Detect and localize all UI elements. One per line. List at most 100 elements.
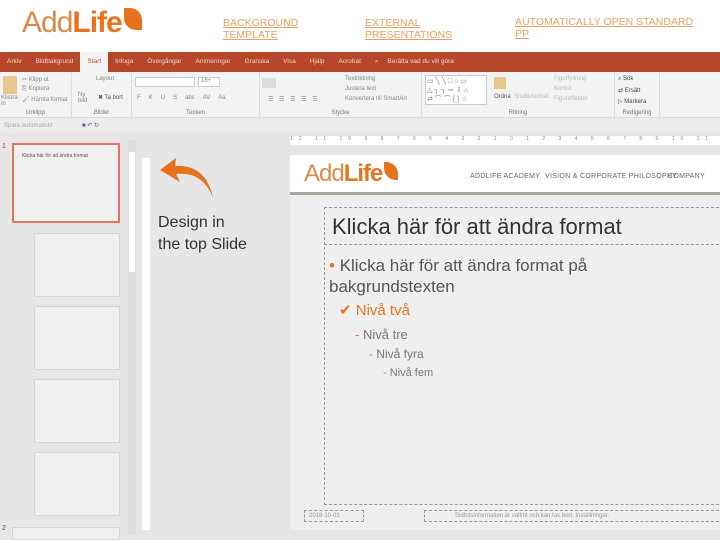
level2-text: ✔ Nivå två <box>339 302 410 319</box>
tell-me-label: Berätta vad du vill göra <box>387 58 454 65</box>
thumb-title: Klicka här för att ändra format <box>22 153 88 159</box>
level3-text: - Nivå tre <box>355 327 408 342</box>
bullets-button[interactable] <box>262 78 276 88</box>
shape-outline-button[interactable]: Kontur <box>554 86 572 92</box>
slide-logo-add: Add <box>304 160 345 187</box>
find-label: Sök <box>623 76 634 82</box>
level3-label: Nivå tre <box>362 327 408 342</box>
logo-add: Add <box>22 6 73 39</box>
replace-button[interactable]: ⇄ Ersätt <box>618 87 640 94</box>
tab-visa[interactable]: Visa <box>276 52 303 72</box>
group-paragraph: ☰ ☰ ☰ ☰ ☰ Textriktning Justera text Konv… <box>260 72 422 118</box>
group-font: 18+ F K U S abc AV Aa Tecken <box>132 72 260 118</box>
italic-button[interactable]: K <box>149 95 153 101</box>
align-text-button[interactable]: Justera text <box>345 86 376 92</box>
tab-acrobat[interactable]: Acrobat <box>332 52 368 72</box>
group-drawing: ▭ ╲ ╲ □ ○ ▭ △ ┐ ┐ ⇨ ⇩ ⌂ ⇄ ⌒ ⌒ { } ☆ Ordna … <box>422 72 615 118</box>
replace-label: Ersätt <box>624 88 641 94</box>
date-placeholder[interactable]: 2018-10-01 <box>304 510 364 522</box>
thumbnail-layout-3[interactable] <box>34 379 120 443</box>
tab-hjalp[interactable]: Hjälp <box>303 52 332 72</box>
level5-label: Nivå fem <box>389 367 434 379</box>
tab-granska[interactable]: Granska <box>238 52 277 72</box>
select-label: Markera <box>624 99 647 105</box>
group-label: Tecken <box>185 110 205 116</box>
change-case-button[interactable]: Aa <box>218 95 225 101</box>
tab-overgangar[interactable]: Övergångar <box>140 52 188 72</box>
group-label: Stycke <box>331 110 350 116</box>
thumbnail-master-2[interactable] <box>12 527 120 540</box>
scroll-thumb[interactable] <box>129 152 135 272</box>
shape-fill-button[interactable]: Figurfyllning <box>554 76 586 82</box>
save-icon[interactable]: ■ <box>82 123 86 129</box>
annotation-line1: Design in <box>158 214 225 231</box>
text-direction-button[interactable]: Textriktning <box>345 76 375 82</box>
format-painter-button[interactable]: 🖌 Hämta format <box>22 96 68 103</box>
paste-icon <box>3 76 17 94</box>
link-external-presentations[interactable]: EXTERNAL PRESENTATIONS <box>365 17 460 41</box>
tell-me-search[interactable]: ⌕ Berätta vad du vill göra <box>368 52 468 72</box>
level1-text: • Klicka här för att ändra format på bak… <box>329 255 629 297</box>
strikethrough-button[interactable]: abc <box>185 95 195 101</box>
ribbon-tabs: Arkiv Bildbakgrund Start Infoga Övergång… <box>0 52 720 72</box>
delete-label: Ta bort <box>104 95 123 101</box>
copy-label: Kopiera <box>28 86 50 92</box>
autosave-toggle[interactable]: Spara automatiskt <box>4 123 52 129</box>
thumbnail-master[interactable]: Klicka här för att ändra format <box>12 143 120 223</box>
align-buttons[interactable]: ☰ ☰ ☰ ☰ ☰ <box>268 96 320 103</box>
thumbnail-layout-2[interactable] <box>34 306 120 370</box>
font-name-input[interactable] <box>135 77 195 87</box>
new-slide-button[interactable]: Ny bild <box>78 92 92 104</box>
nav-company: COMPANY <box>668 173 705 180</box>
addlife-logo: AddLife <box>22 6 142 40</box>
shapes-gallery[interactable]: ▭ ╲ ╲ □ ○ ▭ △ ┐ ┐ ⇨ ⇩ ⌂ ⇄ ⌒ ⌒ { } ☆ <box>425 75 487 105</box>
group-editing: ⌕ Sök ⇄ Ersätt ▷ Markera Redigering <box>615 72 660 118</box>
group-label: Ritning <box>508 110 528 116</box>
tab-infoga[interactable]: Infoga <box>108 52 140 72</box>
select-button[interactable]: ▷ Markera <box>618 98 646 105</box>
nav-vision: VISION & CORPORATE PHILOSOPHY <box>545 173 678 180</box>
slide-canvas[interactable]: AddLife ADDLIFE ACADEMY VISION & CORPORA… <box>290 155 720 530</box>
paste-button[interactable]: Klistra in <box>1 95 21 107</box>
level4-text: - Nivå fyra <box>369 347 424 361</box>
level5-text: - Nivå fem <box>383 367 434 379</box>
undo-icon[interactable]: ↶ <box>87 123 92 129</box>
shadow-button[interactable]: S <box>173 95 177 101</box>
title-placeholder[interactable]: Klicka här för att ändra format <box>324 207 720 245</box>
tab-start[interactable]: Start <box>80 52 109 72</box>
layout-button[interactable]: Layout <box>96 76 114 82</box>
arrange-button[interactable]: Ordna <box>494 94 511 100</box>
tab-animeringar[interactable]: Animeringar <box>189 52 238 72</box>
leaf-icon <box>123 8 142 30</box>
font-size-input[interactable]: 18+ <box>198 77 220 87</box>
cut-label: Klipp ut <box>28 77 49 83</box>
slide-header: AddLife ADDLIFE ACADEMY VISION & CORPORA… <box>290 155 720 195</box>
body-placeholder[interactable]: • Klicka här för att ändra format på bak… <box>324 247 720 505</box>
slide-number-2: 2 <box>2 525 6 532</box>
format-painter-label: Hämta format <box>31 97 68 103</box>
link-open-standard-pp[interactable]: AUTOMATICALLY OPEN STANDARD PP <box>515 16 695 40</box>
thumbnail-layout-4[interactable] <box>34 452 120 516</box>
underline-button[interactable]: U <box>161 95 165 101</box>
find-button[interactable]: ⌕ Sök <box>618 76 633 83</box>
slide-number-1: 1 <box>2 143 6 150</box>
quick-access-toolbar: Spara automatiskt ■ ↶ ↻ <box>0 118 720 133</box>
spacing-button[interactable]: AV <box>203 95 211 101</box>
redo-icon[interactable]: ↻ <box>94 123 99 129</box>
slide-logo-life: Life <box>343 160 384 187</box>
bold-button[interactable]: F <box>137 95 141 101</box>
delete-button[interactable]: ✖ Ta bort <box>98 94 123 101</box>
cut-button[interactable]: ✂ Klipp ut <box>22 76 49 83</box>
bullet-dot-icon: • <box>329 256 335 275</box>
link-background-template[interactable]: BACKGROUND TEMPLATE <box>223 17 313 41</box>
copy-button[interactable]: ⎘ Kopiera <box>22 86 49 93</box>
footer-placeholder[interactable]: Sidfotsinformation är valfritt och kan t… <box>424 510 720 522</box>
quick-styles-button[interactable]: Snabbformat <box>514 94 548 100</box>
level4-label: Nivå fyra <box>376 347 424 361</box>
tab-arkiv[interactable]: Arkiv <box>0 52 28 72</box>
thumbnail-layout-1[interactable] <box>34 233 120 297</box>
shape-effects-button[interactable]: Figureffekter <box>554 96 588 102</box>
smartart-button[interactable]: Konvertera till SmartArt <box>345 96 407 102</box>
tab-bildbakgrund[interactable]: Bildbakgrund <box>28 52 80 72</box>
thumbnail-scrollbar[interactable] <box>128 140 136 535</box>
